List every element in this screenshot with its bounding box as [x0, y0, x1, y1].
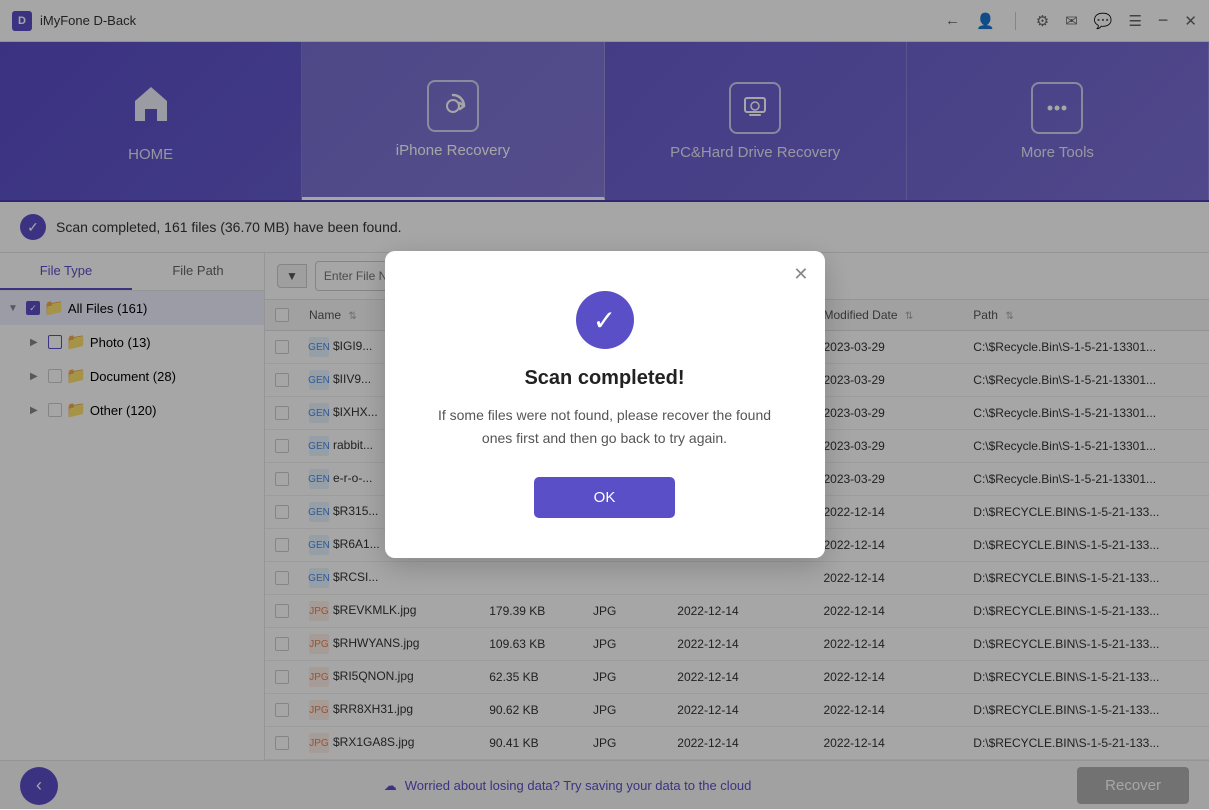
modal-ok-button[interactable]: OK — [534, 477, 676, 518]
modal-title: Scan completed! — [435, 367, 775, 390]
modal-dialog: ✕ ✓ Scan completed! If some files were n… — [385, 251, 825, 558]
modal-overlay: ✕ ✓ Scan completed! If some files were n… — [0, 0, 1209, 809]
modal-close-button[interactable]: ✕ — [793, 265, 808, 283]
modal-check-icon: ✓ — [576, 291, 634, 349]
modal-message: If some files were not found, please rec… — [435, 404, 775, 449]
